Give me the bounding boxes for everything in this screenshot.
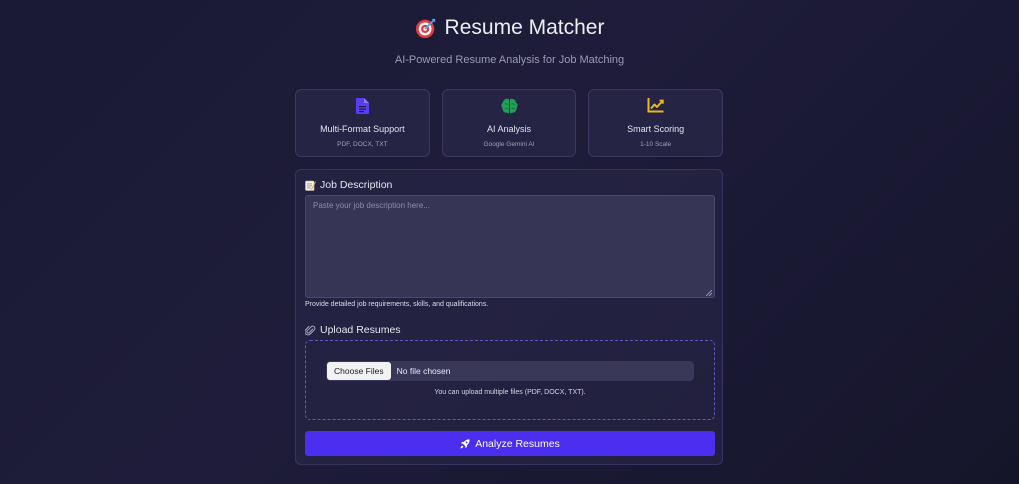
upload-resumes-label: Upload Resumes [305,324,401,336]
page-title: Resume Matcher [415,16,605,40]
upload-dropzone[interactable]: Choose Files No file chosen You can uplo… [305,340,715,420]
target-icon [415,18,435,39]
file-status: No file chosen [396,366,451,376]
feature-cards: Multi-Format Support PDF, DOCX, TXT AI A… [295,89,724,157]
feature-card-ai-analysis: AI Analysis Google Gemini AI [441,89,577,157]
memo-icon [305,180,316,191]
feature-title: Smart Scoring [627,124,685,134]
job-description-input[interactable] [305,195,715,298]
feature-card-smart-scoring: Smart Scoring 1-10 Scale [588,89,724,157]
resume-form: Job Description Provide detailed job req… [295,169,723,465]
paperclip-icon [305,325,316,335]
rocket-icon [460,438,470,448]
job-description-label-text: Job Description [320,179,393,191]
page-subtitle: AI-Powered Resume Analysis for Job Match… [394,54,625,66]
brain-icon [500,98,518,114]
feature-subtitle: 1-10 Scale [640,141,672,148]
title-text: Resume Matcher [444,16,605,39]
analyze-resumes-button[interactable]: Analyze Resumes [305,431,715,456]
feature-title: AI Analysis [486,124,532,134]
chart-line-icon [647,98,664,113]
resize-grip-icon[interactable] [705,290,712,296]
page-header: Resume Matcher AI-Powered Resume Analysi… [0,16,1019,66]
feature-subtitle: Google Gemini AI [483,141,535,148]
feature-title: Multi-Format Support [320,124,405,134]
analyze-resumes-label: Analyze Resumes [475,437,560,450]
feature-card-multi-format: Multi-Format Support PDF, DOCX, TXT [295,89,430,157]
document-icon [355,98,369,114]
job-description-label: Job Description [305,179,392,191]
resume-file-input[interactable]: Choose Files No file chosen [326,361,694,381]
upload-resumes-label-text: Upload Resumes [320,324,401,336]
choose-files-button[interactable]: Choose Files [327,362,391,380]
job-description-hint: Provide detailed job requirements, skill… [305,301,489,308]
feature-subtitle: PDF, DOCX, TXT [337,141,388,148]
upload-note: You can upload multiple files (PDF, DOCX… [434,389,586,396]
